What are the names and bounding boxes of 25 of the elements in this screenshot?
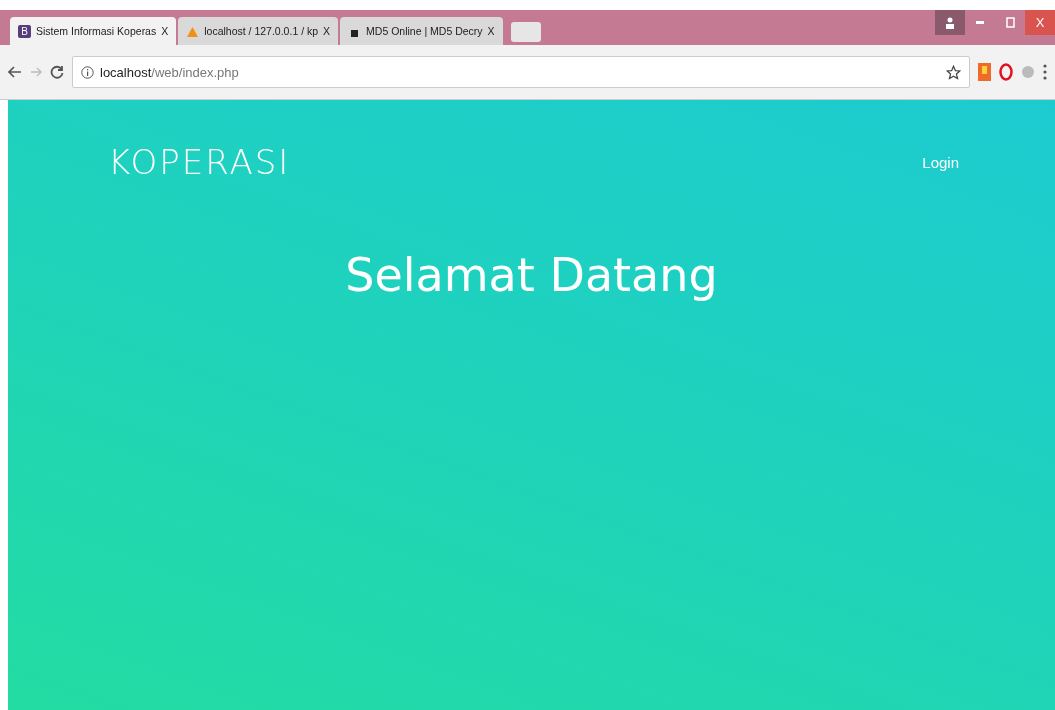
welcome-heading: Selamat Datang bbox=[344, 248, 719, 302]
site-brand: KOPERASI bbox=[108, 142, 291, 182]
tab-close-button[interactable]: X bbox=[161, 25, 169, 37]
new-tab-button[interactable] bbox=[510, 22, 541, 42]
browser-tab[interactable]: localhost / 127.0.0.1 / kp X bbox=[178, 17, 339, 45]
tab-title: MD5 Online | MD5 Decry bbox=[366, 25, 483, 37]
menu-icon[interactable] bbox=[1043, 64, 1047, 80]
tab-favicon-icon bbox=[186, 24, 200, 38]
opera-icon[interactable] bbox=[999, 63, 1013, 81]
user-icon[interactable] bbox=[945, 16, 955, 29]
tab-close-button[interactable]: X bbox=[487, 25, 495, 37]
browser-tab[interactable]: MD5 Online | MD5 Decry X bbox=[340, 17, 503, 45]
restore-icon[interactable] bbox=[1005, 17, 1015, 28]
close-button[interactable]: X bbox=[1025, 10, 1055, 35]
reload-icon[interactable] bbox=[50, 65, 64, 79]
url-text: localhost/web/index.php bbox=[100, 64, 239, 80]
star-icon[interactable] bbox=[946, 64, 961, 80]
back-icon[interactable] bbox=[8, 65, 22, 79]
info-icon bbox=[81, 65, 94, 79]
address-bar[interactable]: localhost/web/index.php bbox=[72, 56, 970, 88]
tab-title: localhost / 127.0.0.1 / kp bbox=[204, 25, 319, 37]
tab-close-button[interactable]: X bbox=[323, 25, 331, 37]
browser-tab[interactable]: B Sistem Informasi Koperas X bbox=[10, 17, 177, 45]
tab-title: Sistem Informasi Koperas bbox=[36, 25, 157, 37]
tab-favicon: B bbox=[18, 24, 31, 38]
